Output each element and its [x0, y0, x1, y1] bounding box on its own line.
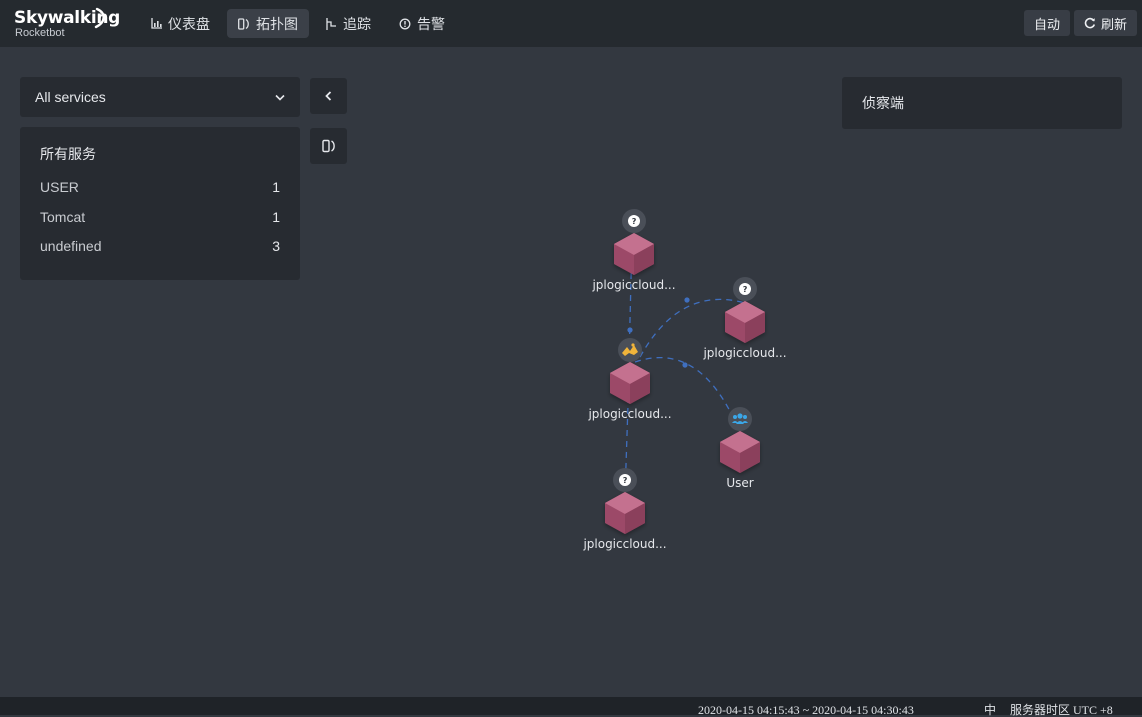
svg-text:?: ?: [743, 285, 748, 294]
timezone[interactable]: 服务器时区 UTC +8: [1010, 704, 1113, 716]
svg-text:?: ?: [632, 217, 637, 226]
node-label: jplogiccloud...: [587, 407, 671, 421]
time-range[interactable]: 2020-04-15 04:15:43 ~ 2020-04-15 04:30:4…: [698, 704, 914, 716]
topology-node[interactable]: ? jplogiccloud...: [582, 468, 667, 551]
footer: 2020-04-15 04:15:43 ~ 2020-04-15 04:30:4…: [0, 697, 1142, 716]
topology-node[interactable]: ? jplogiccloud...: [702, 277, 787, 360]
question-icon: ?: [622, 209, 646, 233]
node-label: jplogiccloud...: [582, 537, 666, 551]
node-label: jplogiccloud...: [591, 278, 675, 292]
topology-graph[interactable]: ? jplogiccloud... ? jplogiccloud... jplo: [0, 0, 1142, 715]
topology-node[interactable]: ? jplogiccloud...: [591, 209, 676, 292]
question-icon: ?: [733, 277, 757, 301]
question-icon: ?: [613, 468, 637, 492]
topology-node[interactable]: jplogiccloud...: [587, 338, 672, 421]
tomcat-icon: [618, 338, 642, 362]
svg-text:?: ?: [623, 476, 628, 485]
topology-node[interactable]: User: [720, 407, 760, 490]
edge-marker: [684, 297, 690, 303]
node-label: jplogiccloud...: [702, 346, 786, 360]
language-toggle[interactable]: 中: [984, 704, 996, 716]
edge-marker: [682, 362, 688, 368]
users-icon: [728, 407, 752, 431]
edge-marker: [627, 327, 633, 333]
node-label: User: [726, 476, 753, 490]
